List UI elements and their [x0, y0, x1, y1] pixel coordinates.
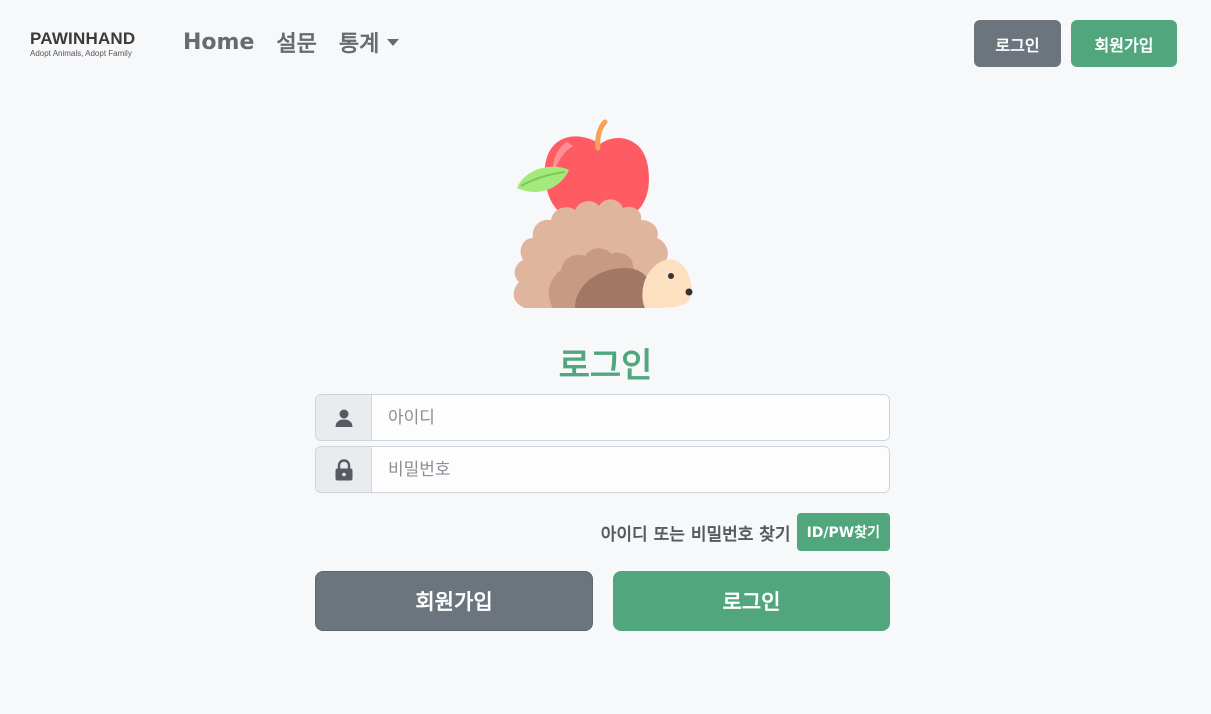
brand-name: PAWINHAND — [30, 29, 136, 48]
id-input[interactable] — [372, 395, 889, 440]
nav-stats-dropdown[interactable]: 통계 — [338, 26, 400, 58]
user-icon-addon — [316, 395, 372, 440]
find-idpw-button[interactable]: ID/PW찾기 — [796, 513, 890, 551]
id-input-group — [315, 394, 890, 441]
navbar: PAWINHAND Adopt Animals, Adopt Family Ho… — [0, 0, 1211, 88]
signup-button[interactable]: 회원가입 — [315, 571, 593, 631]
user-icon — [335, 409, 352, 427]
login-button[interactable]: 로그인 — [613, 571, 890, 631]
hedgehog-eye — [668, 273, 674, 279]
page-title: 로그인 — [558, 346, 653, 386]
hedgehog-nose — [685, 288, 693, 296]
find-account-text: 아이디 또는 비밀번호 찾기 — [600, 524, 791, 545]
hedgehog-apple-illustration — [513, 119, 693, 308]
lock-icon-addon — [316, 447, 372, 492]
brand-logo[interactable]: PAWINHAND Adopt Animals, Adopt Family — [30, 30, 135, 58]
header-login-button[interactable]: 로그인 — [974, 20, 1061, 67]
nav-home[interactable]: Home — [183, 30, 254, 55]
brand-tagline: Adopt Animals, Adopt Family — [30, 49, 132, 58]
nav-survey[interactable]: 설문 — [276, 26, 316, 58]
caret-down-icon — [387, 38, 400, 46]
find-account-row: 아이디 또는 비밀번호 찾기 ID/PW찾기 — [601, 513, 890, 551]
nav-stats-label: 통계 — [338, 32, 380, 57]
nav-links: Home 설문 통계 — [183, 26, 421, 58]
pw-input-group — [315, 446, 890, 493]
header-signup-button[interactable]: 회원가입 — [1071, 20, 1177, 67]
lock-icon — [335, 458, 352, 480]
pw-input[interactable] — [372, 447, 889, 492]
